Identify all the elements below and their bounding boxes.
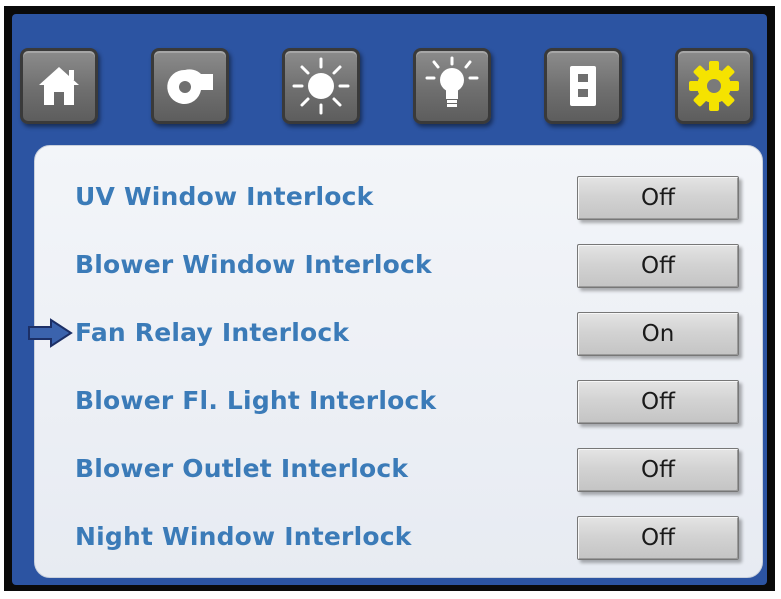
interlock-row-blower-fl-light: Blower Fl. Light Interlock Off [35, 372, 764, 432]
fan-relay-interlock-toggle[interactable]: On [577, 312, 739, 356]
tab-home[interactable] [20, 48, 98, 124]
tab-outlet[interactable] [544, 48, 622, 124]
light-bulb-icon [425, 56, 479, 107]
uv-lamp-icon [292, 57, 350, 115]
interlock-label: Blower Fl. Light Interlock [75, 386, 437, 415]
tab-blower[interactable] [151, 48, 229, 124]
night-window-interlock-toggle[interactable]: Off [577, 516, 739, 560]
device-screen: UV Window Interlock Off Blower Window In… [4, 6, 775, 591]
blower-icon [167, 69, 213, 104]
interlock-row-uv-window: UV Window Interlock Off [35, 168, 764, 228]
uv-window-interlock-toggle[interactable]: Off [577, 176, 739, 220]
interlock-label: Blower Window Interlock [75, 250, 432, 279]
selection-arrow-icon [28, 318, 73, 348]
tab-uv-lamp[interactable] [282, 48, 360, 124]
interlock-row-fan-relay: Fan Relay Interlock On [28, 304, 764, 364]
blower-fl-light-interlock-toggle[interactable]: Off [577, 380, 739, 424]
interlock-label: Fan Relay Interlock [75, 318, 350, 347]
tab-bar [12, 14, 767, 139]
blower-outlet-interlock-toggle[interactable]: Off [577, 448, 739, 492]
home-icon [39, 67, 79, 105]
tab-settings[interactable] [675, 48, 753, 124]
interlock-row-night-window: Night Window Interlock Off [35, 508, 764, 568]
outlet-icon [570, 66, 596, 106]
interlock-row-blower-window: Blower Window Interlock Off [35, 236, 764, 296]
screen-frame: UV Window Interlock Off Blower Window In… [12, 14, 767, 585]
interlock-settings-panel: UV Window Interlock Off Blower Window In… [28, 145, 764, 578]
settings-gear-icon [689, 61, 739, 111]
interlock-label: UV Window Interlock [75, 182, 374, 211]
interlock-row-blower-outlet: Blower Outlet Interlock Off [35, 440, 764, 500]
tab-light[interactable] [413, 48, 491, 124]
interlock-label: Night Window Interlock [75, 522, 412, 551]
blower-window-interlock-toggle[interactable]: Off [577, 244, 739, 288]
interlock-label: Blower Outlet Interlock [75, 454, 409, 483]
